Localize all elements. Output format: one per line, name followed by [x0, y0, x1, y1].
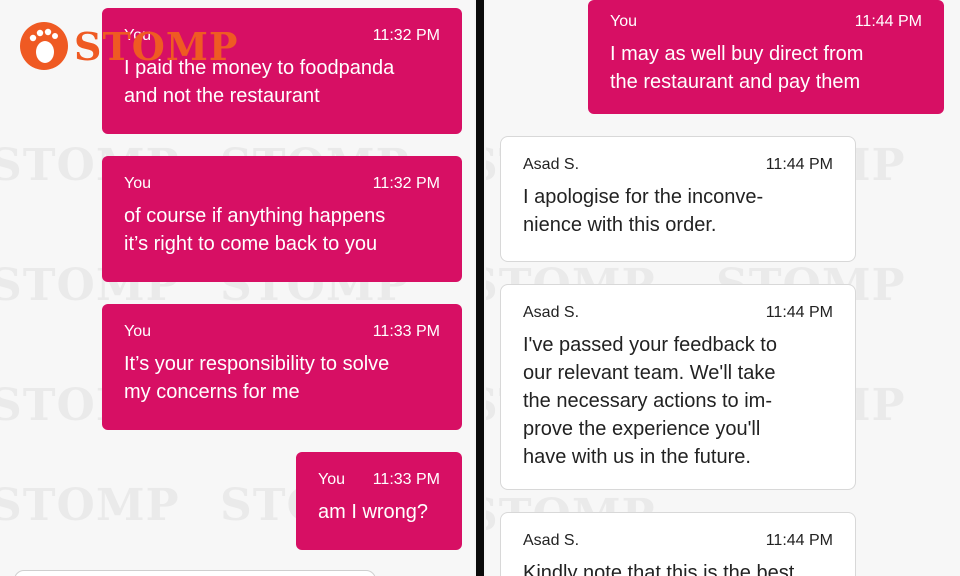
logo-text: STOMP	[74, 23, 239, 69]
message-bubble: You 11:32 PM of course if anything happe…	[102, 156, 462, 282]
message-time: 11:32 PM	[372, 175, 440, 192]
message-sender: You	[318, 471, 345, 488]
message-text: of course if anything happens it’s right…	[124, 205, 386, 255]
message-bubble: Asad S. 11:44 PM Kindly note that this i…	[500, 512, 856, 576]
message-time: 11:33 PM	[372, 323, 440, 340]
message-bubble: Asad S. 11:44 PM I've passed your feedba…	[500, 284, 856, 490]
message-time: 11:44 PM	[765, 304, 833, 321]
message-sender: Asad S.	[523, 304, 580, 321]
message-sender: Asad S.	[523, 156, 580, 173]
message-text: It’s your responsibility to solve my con…	[124, 353, 390, 403]
message-sender: You	[124, 323, 151, 340]
message-sender: You	[610, 13, 637, 30]
stomp-logo: STOMP	[20, 22, 238, 70]
message-time: 11:32 PM	[372, 27, 440, 44]
message-time: 11:33 PM	[372, 471, 440, 488]
message-text: I apologise for the inconve- nience with…	[523, 186, 764, 236]
message-sender: You	[124, 175, 151, 192]
right-chat-panel: STOMP STOMP STOMP STOMP STOMP STOMP STOM…	[486, 0, 960, 576]
message-input[interactable]	[14, 570, 376, 576]
message-time: 11:44 PM	[765, 156, 833, 173]
left-chat-panel: STOMP STOMP STOMP STOMP STOMP STOMP STOM…	[0, 0, 474, 576]
message-bubble: You 11:33 PM am I wrong?	[296, 452, 462, 550]
message-time: 11:44 PM	[765, 532, 833, 549]
message-bubble: Asad S. 11:44 PM I apologise for the inc…	[500, 136, 856, 262]
message-time: 11:44 PM	[854, 13, 922, 30]
divider	[476, 0, 484, 576]
message-sender: Asad S.	[523, 532, 580, 549]
message-text: I've passed your feedback to our relevan…	[523, 334, 777, 468]
footprint-icon	[20, 22, 68, 70]
message-bubble: You 11:33 PM It’s your responsibility to…	[102, 304, 462, 430]
message-bubble: You 11:44 PM I may as well buy direct fr…	[588, 0, 944, 114]
message-text: I may as well buy direct from the restau…	[610, 43, 864, 93]
message-text: Kindly note that this is the best	[523, 562, 795, 576]
watermark: STOMP	[0, 480, 180, 531]
message-text: am I wrong?	[318, 501, 429, 523]
